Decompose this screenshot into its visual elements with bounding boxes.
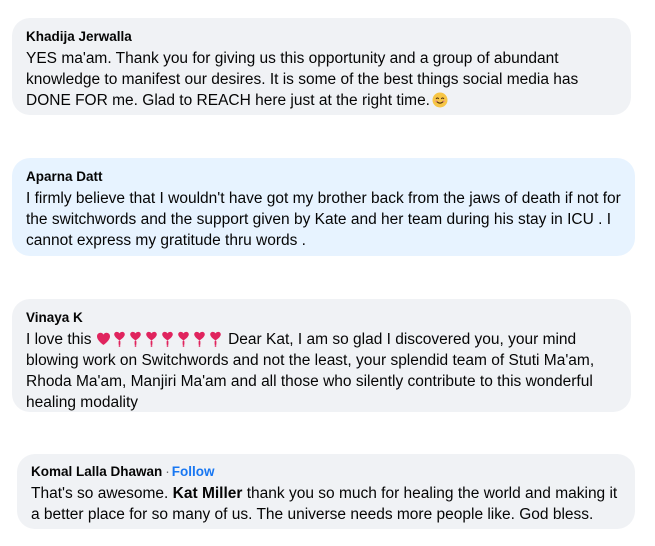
heart-exclamation-icon — [160, 331, 175, 347]
heart-exclamation-icon — [144, 331, 159, 347]
heart-icon — [96, 331, 111, 347]
comment-bubble: Komal Lalla Dhawan · Follow That's so awes… — [17, 454, 635, 529]
comment-author[interactable]: Komal Lalla Dhawan — [31, 464, 162, 479]
comment-bubble: Khadija Jerwalla YES ma'am. Thank you fo… — [12, 18, 631, 115]
heart-emoji-row — [96, 331, 224, 348]
separator-dot: · — [165, 464, 170, 479]
follow-button[interactable]: Follow — [172, 464, 215, 479]
heart-exclamation-icon — [208, 331, 223, 347]
heart-exclamation-icon — [112, 331, 127, 347]
comment-text: YES ma'am. Thank you for giving us this … — [26, 50, 579, 109]
comment-bubble-highlighted: Aparna Datt I firmly believe that I woul… — [12, 158, 635, 256]
smiling-face-icon — [432, 92, 448, 108]
comment-author[interactable]: Aparna Datt — [26, 168, 621, 185]
comment-text: I love this Dear Kat, I am so glad I dis… — [26, 331, 595, 411]
comment-text: That's so awesome. Kat Miller thank you … — [31, 485, 618, 523]
heart-exclamation-icon — [128, 331, 143, 347]
mention-link[interactable]: Kat Miller — [173, 485, 243, 502]
comment-text: I firmly believe that I wouldn't have go… — [26, 190, 621, 249]
comment-bubble: Vinaya K I love this Dear Kat, I am so g… — [12, 299, 631, 412]
comment-author[interactable]: Vinaya K — [26, 309, 617, 326]
comment-author-row: Komal Lalla Dhawan · Follow — [31, 463, 621, 480]
heart-exclamation-icon — [192, 331, 207, 347]
comment-author[interactable]: Khadija Jerwalla — [26, 28, 617, 45]
heart-exclamation-icon — [176, 331, 191, 347]
